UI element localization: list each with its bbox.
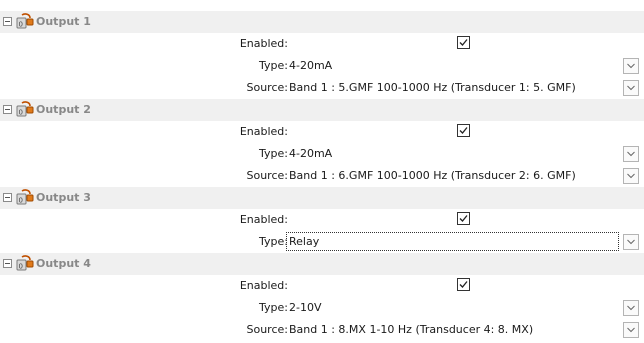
output-plug-icon: 0 — [16, 13, 34, 29]
chevron-down-icon — [627, 173, 635, 179]
property-label: Enabled: — [239, 125, 288, 138]
svg-text:0: 0 — [19, 263, 23, 271]
chevron-down-icon — [627, 151, 635, 157]
source-value: Band 1 : 6.GMF 100-1000 Hz (Transducer 2… — [289, 169, 576, 182]
checkmark-icon — [459, 281, 468, 288]
type-value: 2-10V — [289, 301, 322, 314]
collapse-minus-icon[interactable] — [3, 105, 12, 114]
collapse-minus-icon[interactable] — [3, 193, 12, 202]
type-value: 4-20mA — [289, 59, 333, 72]
property-label: Source: — [246, 81, 289, 94]
property-row-enabled[interactable]: Enabled: — [0, 121, 644, 143]
enabled-checkbox[interactable] — [457, 278, 470, 291]
property-row-type[interactable]: Type: 4-20mA — [0, 143, 644, 165]
collapse-minus-icon[interactable] — [3, 17, 12, 26]
type-dropdown-button[interactable] — [623, 300, 639, 316]
output-plug-icon: 0 — [16, 255, 34, 271]
enabled-checkbox[interactable] — [457, 124, 470, 137]
group-output-3[interactable]: 0 Output 3 — [0, 187, 644, 209]
property-label: Enabled: — [239, 279, 288, 292]
property-row-enabled[interactable]: Enabled: — [0, 209, 644, 231]
type-value: 4-20mA — [289, 147, 333, 160]
property-label: Type: — [259, 301, 288, 314]
property-label: Source: — [246, 169, 289, 182]
source-dropdown-button[interactable] — [623, 80, 639, 96]
group-title: Output 2 — [36, 103, 91, 116]
chevron-down-icon — [627, 85, 635, 91]
group-title: Output 1 — [36, 15, 91, 28]
svg-text:0: 0 — [19, 21, 23, 29]
type-dropdown-button[interactable] — [623, 146, 639, 162]
type-dropdown-button[interactable] — [623, 58, 639, 74]
chevron-down-icon — [627, 305, 635, 311]
group-output-1[interactable]: 0 Output 1 — [0, 11, 644, 33]
svg-text:0: 0 — [19, 109, 23, 117]
chevron-down-icon — [627, 63, 635, 69]
group-title: Output 4 — [36, 257, 91, 270]
property-row-enabled[interactable]: Enabled: — [0, 275, 644, 297]
source-value: Band 1 : 5.GMF 100-1000 Hz (Transducer 1… — [289, 81, 576, 94]
property-row-source[interactable]: Source: Band 1 : 8.MX 1-10 Hz (Transduce… — [0, 319, 644, 341]
type-dropdown-button[interactable] — [623, 234, 639, 250]
property-row-source[interactable]: Source: Band 1 : 6.GMF 100-1000 Hz (Tran… — [0, 165, 644, 187]
property-row-type-selected[interactable]: Type: Relay — [0, 231, 644, 253]
group-output-2[interactable]: 0 Output 2 — [0, 99, 644, 121]
checkmark-icon — [459, 215, 468, 222]
enabled-checkbox[interactable] — [457, 212, 470, 225]
property-label: Type: — [259, 59, 288, 72]
property-row-enabled[interactable]: Enabled: — [0, 33, 644, 55]
property-label: Enabled: — [239, 37, 288, 50]
output-plug-icon: 0 — [16, 101, 34, 117]
chevron-down-icon — [627, 239, 635, 245]
enabled-checkbox[interactable] — [457, 36, 470, 49]
property-label: Source: — [246, 323, 289, 336]
source-value: Band 1 : 8.MX 1-10 Hz (Transducer 4: 8. … — [289, 323, 534, 336]
property-row-type[interactable]: Type: 2-10V — [0, 297, 644, 319]
property-row-type[interactable]: Type: 4-20mA — [0, 55, 644, 77]
group-output-4[interactable]: 0 Output 4 — [0, 253, 644, 275]
property-label: Type: — [259, 235, 288, 248]
source-dropdown-button[interactable] — [623, 168, 639, 184]
group-title: Output 3 — [36, 191, 91, 204]
property-grid: 0 Output 1 Enabled: Type: 4-20mA Source:… — [0, 0, 644, 343]
checkmark-icon — [459, 127, 468, 134]
type-value[interactable]: Relay — [289, 234, 319, 250]
property-row-source[interactable]: Source: Band 1 : 5.GMF 100-1000 Hz (Tran… — [0, 77, 644, 99]
checkmark-icon — [459, 39, 468, 46]
property-label: Type: — [259, 147, 288, 160]
focus-rectangle — [286, 232, 619, 251]
collapse-minus-icon[interactable] — [3, 259, 12, 268]
output-plug-icon: 0 — [16, 189, 34, 205]
svg-text:0: 0 — [19, 197, 23, 205]
chevron-down-icon — [627, 327, 635, 333]
property-label: Enabled: — [239, 213, 288, 226]
source-dropdown-button[interactable] — [623, 322, 639, 338]
